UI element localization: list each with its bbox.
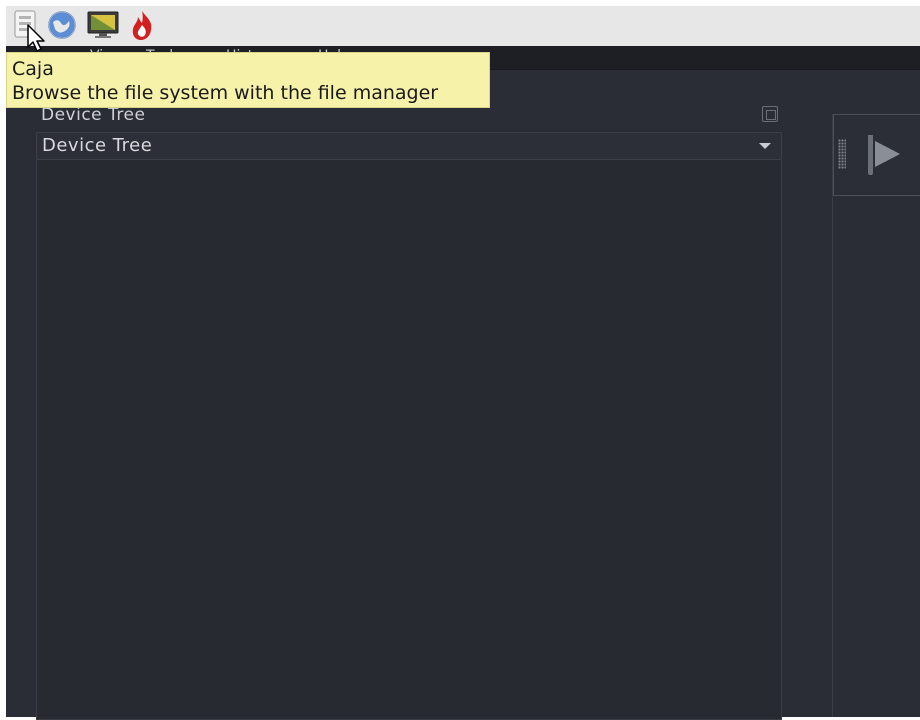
- device-tree-view[interactable]: [36, 160, 782, 720]
- flame-icon[interactable]: [126, 9, 158, 41]
- right-pane: [832, 114, 920, 717]
- device-tree-dock: Device Tree Device Tree: [6, 70, 806, 720]
- dock-title: Device Tree: [41, 105, 146, 125]
- launcher-tooltip: Caja Browse the file system with the fil…: [6, 52, 490, 108]
- device-tree-combo[interactable]: Device Tree: [36, 132, 782, 160]
- globe-icon[interactable]: [46, 9, 78, 41]
- chevron-down-icon: [759, 143, 771, 149]
- toolbar-grip-handle[interactable]: [838, 139, 846, 169]
- combo-value: Device Tree: [42, 135, 153, 156]
- top-panel: [6, 6, 920, 46]
- monitor-icon[interactable]: [86, 9, 119, 41]
- float-dock-icon[interactable]: [762, 106, 778, 122]
- app-window: View Tools History Help Device Tree Devi…: [6, 46, 920, 720]
- mouse-pointer-icon: [26, 24, 48, 58]
- tooltip-description: Browse the file system with the file man…: [12, 82, 439, 104]
- right-toolbar: [833, 114, 920, 196]
- tooltip-title: Caja: [12, 58, 54, 80]
- play-icon[interactable]: [866, 133, 906, 179]
